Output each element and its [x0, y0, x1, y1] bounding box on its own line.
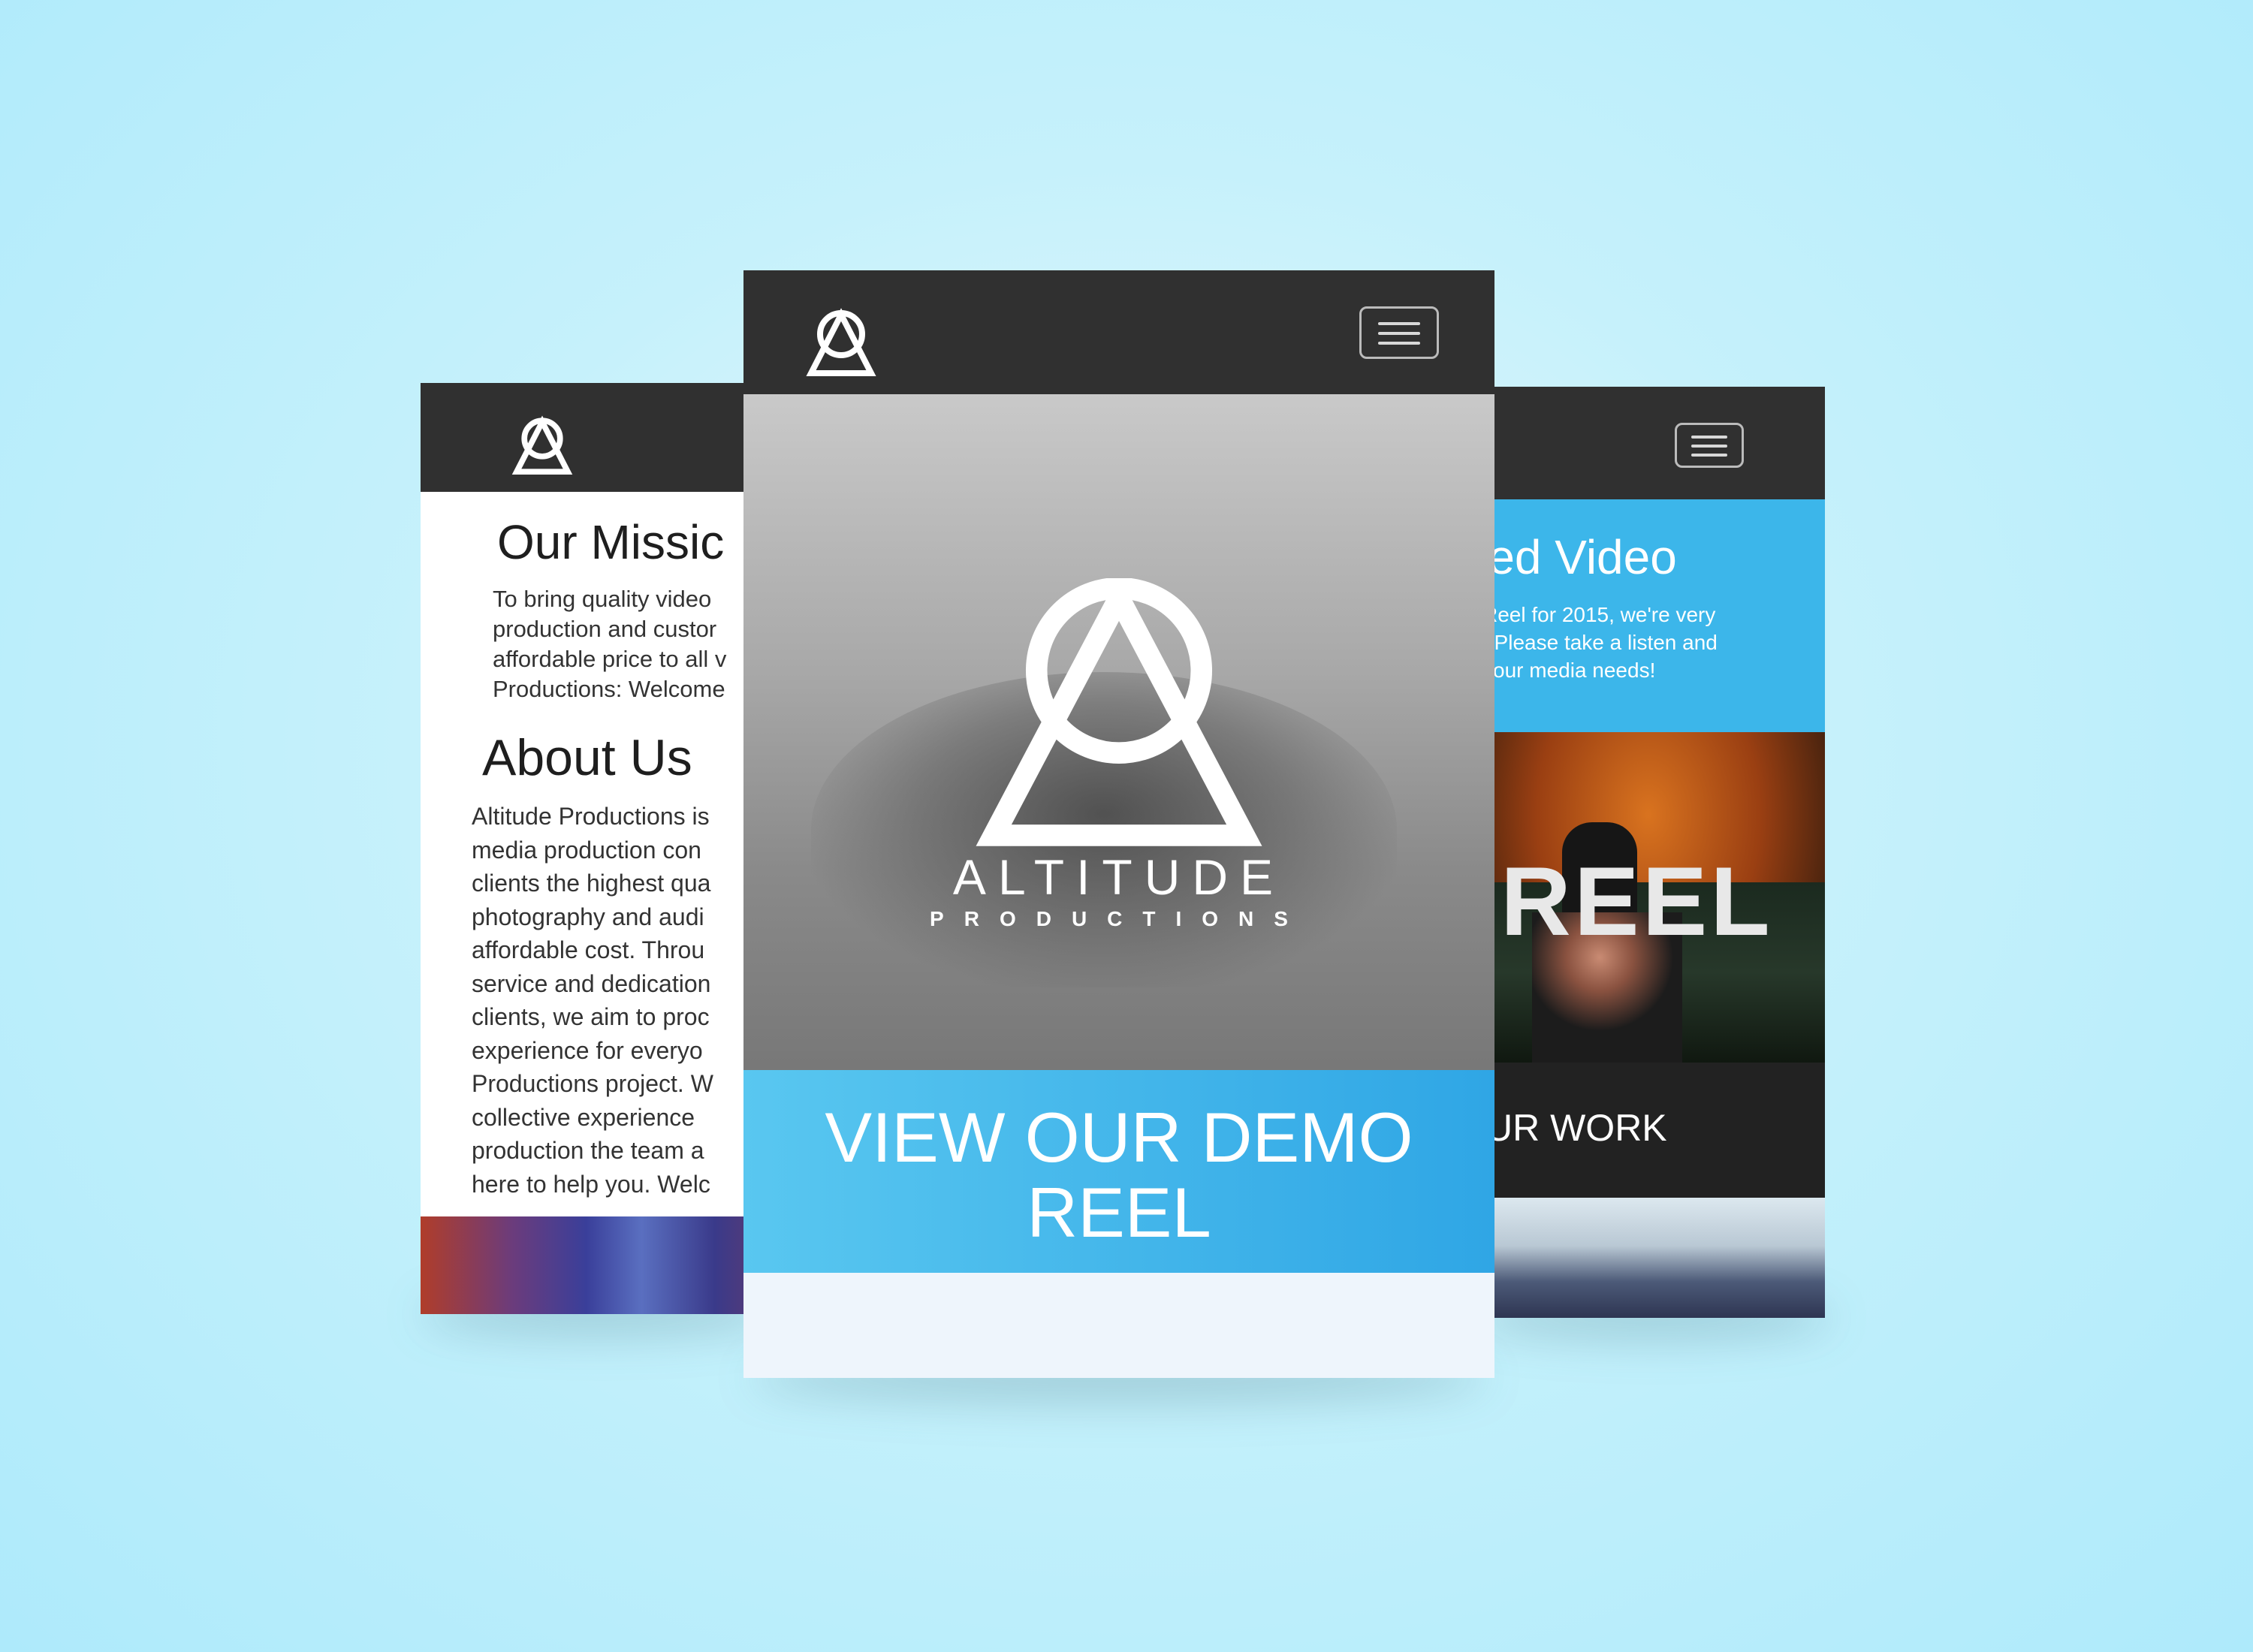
- hamburger-menu-icon: [1378, 342, 1420, 345]
- about-line: Productions project. W: [472, 1070, 713, 1097]
- center-topbar: [743, 270, 1494, 394]
- about-line: Altitude Productions is: [472, 803, 710, 830]
- our-work-label: UR WORK: [1485, 1107, 1667, 1149]
- about-line: clients the highest qua: [472, 870, 711, 897]
- mission-line: To bring quality video: [493, 586, 712, 612]
- altitude-logo-icon: [806, 308, 876, 376]
- hamburger-menu-icon: [1691, 454, 1728, 457]
- hamburger-menu-icon: [1691, 436, 1728, 439]
- left-topbar: [421, 383, 789, 492]
- right-menu-button[interactable]: [1675, 423, 1744, 468]
- cta-line-1: VIEW OUR DEMO: [825, 1098, 1413, 1177]
- mission-text: To bring quality video production and cu…: [493, 584, 726, 704]
- our-work-panel[interactable]: UR WORK: [1472, 1063, 1825, 1198]
- left-footer-image: [421, 1216, 789, 1314]
- about-title: About Us: [482, 729, 692, 786]
- featured-text: Reel for 2015, we're very ! Please take …: [1482, 601, 1718, 684]
- featured-video-panel: red Video Reel for 2015, we're very ! Pl…: [1472, 499, 1825, 732]
- left-logo[interactable]: [505, 413, 580, 477]
- center-logo[interactable]: [796, 304, 886, 379]
- about-line: affordable cost. Throu: [472, 936, 705, 963]
- hero-logo: ALTITUDE PRODUCTIONS: [916, 574, 1322, 931]
- about-text: Altitude Productions is media production…: [472, 800, 713, 1201]
- hero-brand-name: ALTITUDE: [952, 849, 1286, 905]
- mission-title: Our Missic: [497, 515, 725, 569]
- featured-line: Reel for 2015, we're very: [1482, 603, 1716, 626]
- about-line: here to help you. Welc: [472, 1170, 710, 1198]
- center-phone-screen: ALTITUDE PRODUCTIONS VIEW OUR DEMO REEL: [743, 270, 1494, 1378]
- altitude-logo-icon: [976, 574, 1262, 846]
- about-line: production the team a: [472, 1137, 704, 1164]
- about-line: experience for everyo: [472, 1036, 703, 1064]
- altitude-logo-icon: [511, 415, 573, 475]
- hero-image: ALTITUDE PRODUCTIONS: [743, 394, 1494, 1186]
- cta-line-2: REEL: [1027, 1173, 1211, 1252]
- about-line: clients, we aim to proc: [472, 1003, 710, 1030]
- featured-line: your media needs!: [1482, 659, 1656, 682]
- right-topbar: [1472, 387, 1825, 499]
- featured-line: ! Please take a listen and: [1482, 631, 1718, 654]
- right-phone-screen: red Video Reel for 2015, we're very ! Pl…: [1472, 387, 1825, 1318]
- center-menu-button[interactable]: [1359, 306, 1439, 359]
- demo-reel-cta[interactable]: VIEW OUR DEMO REEL: [743, 1070, 1494, 1273]
- hamburger-menu-icon: [1378, 322, 1420, 325]
- mission-line: Productions: Welcome: [493, 676, 725, 702]
- hero-brand-tagline: PRODUCTIONS: [930, 907, 1308, 930]
- hamburger-menu-icon: [1378, 332, 1420, 335]
- about-line: service and dedication: [472, 969, 711, 997]
- about-line: collective experience: [472, 1103, 695, 1131]
- hamburger-menu-icon: [1691, 445, 1728, 448]
- featured-title: red Video: [1472, 530, 1677, 584]
- mission-line: production and custor: [493, 616, 717, 642]
- mission-line: affordable price to all v: [493, 646, 727, 672]
- reel-video-thumbnail[interactable]: REEL: [1472, 732, 1825, 1063]
- reel-word: REEL: [1500, 846, 1773, 956]
- about-line: media production con: [472, 836, 701, 864]
- left-phone-screen: Our Missic To bring quality video produc…: [421, 383, 789, 1314]
- festival-image: [1472, 1198, 1825, 1318]
- about-line: photography and audi: [472, 903, 704, 930]
